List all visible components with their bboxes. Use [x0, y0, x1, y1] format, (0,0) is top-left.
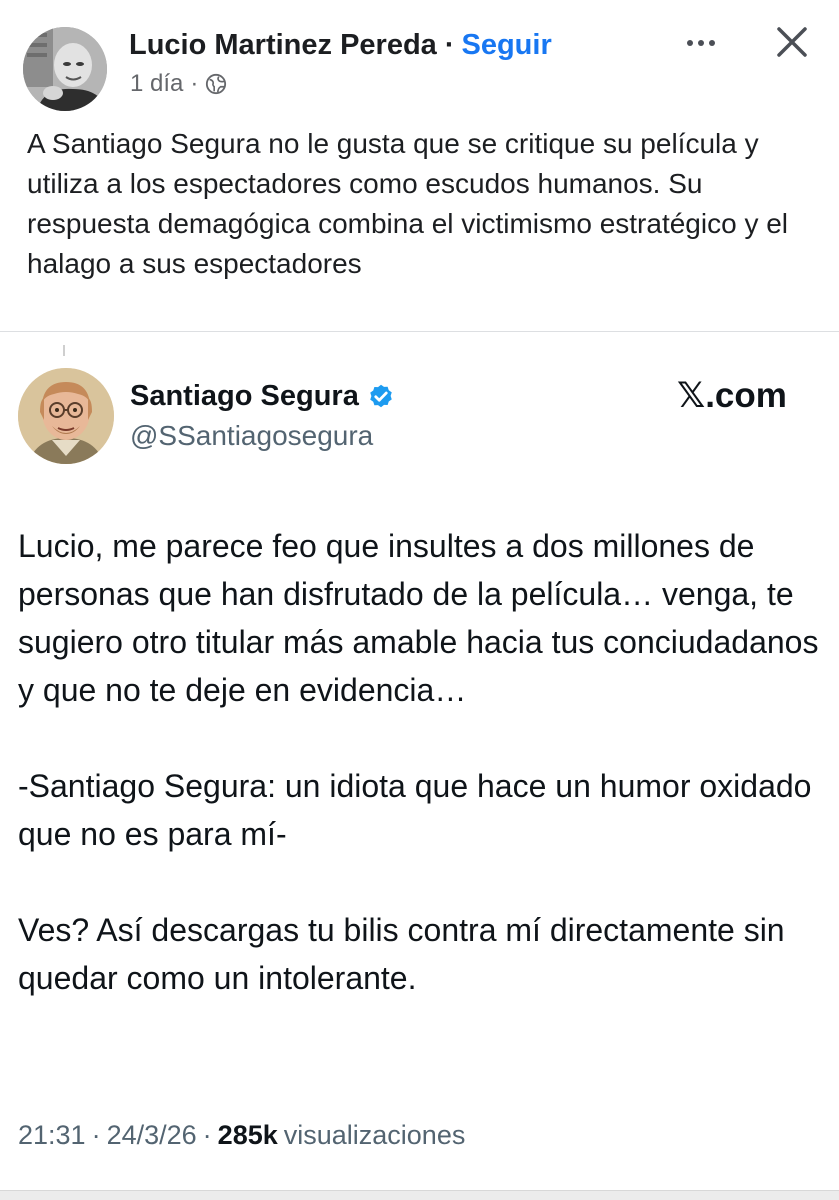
close-icon[interactable] [770, 20, 814, 64]
post-timestamp[interactable]: 1 día [130, 70, 183, 98]
footer-separator: · [91, 1119, 101, 1150]
x-brand-label: 𝕏.com [677, 376, 787, 415]
meta-separator: · [190, 70, 199, 97]
tweet-paragraph: -Santiago Segura: un idiota que hace un … [18, 768, 812, 852]
more-dot [687, 40, 693, 46]
more-options-icon[interactable] [676, 30, 726, 56]
tweet-paragraph: Ves? Así descargas tu bilis contra mí di… [18, 912, 785, 996]
tweet-author-handle[interactable]: @SSantiagosegura [130, 420, 373, 452]
author-name-row: Lucio Martinez Pereda · Seguir [129, 25, 552, 65]
post-text: A Santiago Segura no le gusta que se cri… [27, 128, 789, 279]
tweet-author-row: Santiago Segura [130, 376, 396, 416]
name-separator: · [444, 28, 455, 61]
tweet-paragraph: Lucio, me parece feo que insultes a dos … [18, 528, 819, 708]
views-label: visualizaciones [283, 1119, 466, 1150]
tweet-author-name[interactable]: Santiago Segura [130, 380, 359, 413]
footer-separator: · [202, 1119, 212, 1150]
bottom-edge [0, 1190, 839, 1200]
verified-badge-icon [370, 384, 392, 408]
tweet-time[interactable]: 21:31 [18, 1120, 86, 1151]
tweet-body: Lucio, me parece feo que insultes a dos … [18, 522, 828, 1002]
tweet-footer: 21:31 · 24/3/26 · 285k visualizaciones [18, 1114, 465, 1156]
thread-line [63, 345, 65, 356]
post-header: Lucio Martinez Pereda · Seguir 1 día · [0, 0, 839, 115]
more-dot [709, 40, 715, 46]
author-avatar[interactable] [23, 27, 107, 111]
post-meta: 1 día · [130, 68, 227, 100]
follow-button[interactable]: Seguir [461, 29, 551, 62]
more-dot [698, 40, 704, 46]
facebook-post-screenshot: Lucio Martinez Pereda · Seguir 1 día · A… [0, 0, 839, 1200]
author-name[interactable]: Lucio Martinez Pereda [129, 29, 437, 62]
tweet-author-avatar[interactable] [18, 368, 114, 464]
globe-icon [206, 73, 227, 95]
divider [0, 331, 839, 332]
views-count: 285k [217, 1119, 278, 1150]
tweet-date[interactable]: 24/3/26 [107, 1120, 197, 1151]
